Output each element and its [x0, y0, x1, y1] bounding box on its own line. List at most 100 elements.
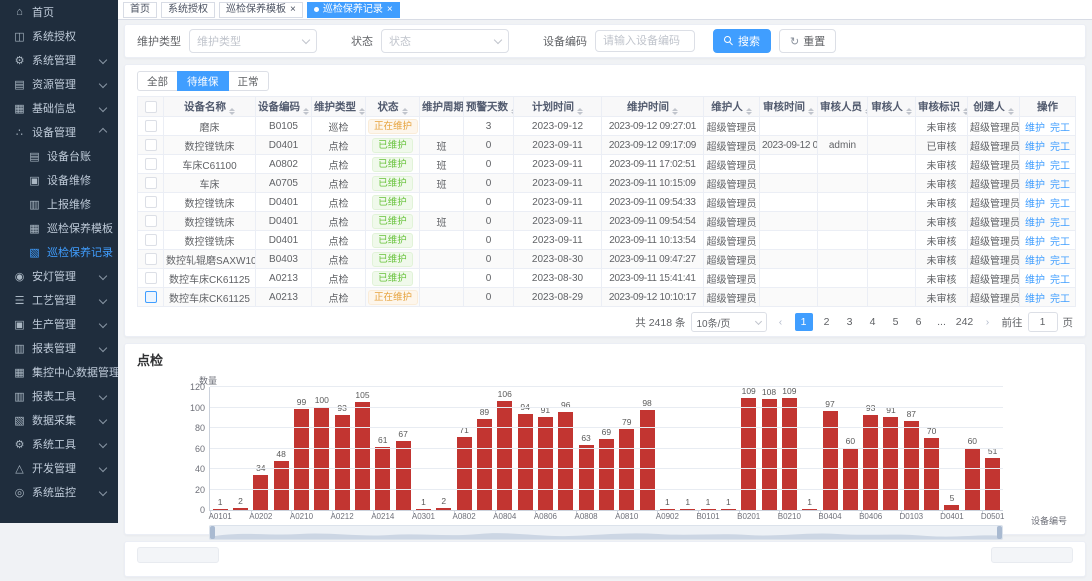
- next-page-button[interactable]: ›: [979, 313, 997, 331]
- row-checkbox[interactable]: [145, 196, 157, 208]
- search-button[interactable]: 搜索: [713, 29, 771, 53]
- row-checkbox[interactable]: [145, 158, 157, 170]
- maintain-link[interactable]: 维护: [1025, 218, 1045, 229]
- sidebar-item-production-mgmt[interactable]: ▣生产管理: [0, 312, 118, 336]
- column-header-14[interactable]: 操作: [1020, 97, 1076, 117]
- sort-icon[interactable]: [963, 108, 968, 115]
- chart-bar[interactable]: [721, 509, 736, 510]
- finish-link[interactable]: 完工: [1050, 123, 1070, 134]
- chart-bar[interactable]: [619, 429, 634, 510]
- page-button-6[interactable]: 6: [910, 313, 928, 331]
- column-header-0[interactable]: 设备名称: [164, 97, 256, 117]
- row-checkbox[interactable]: [145, 234, 157, 246]
- sidebar-item-device-repair[interactable]: ▣设备维修: [0, 168, 118, 192]
- chart-bar[interactable]: [741, 398, 756, 510]
- data-zoom-right-handle[interactable]: [997, 526, 1002, 539]
- sort-icon[interactable]: [359, 108, 365, 115]
- chart-bar[interactable]: [843, 448, 858, 510]
- sort-icon[interactable]: [672, 108, 678, 115]
- sidebar-item-device-ledger[interactable]: ▤设备台账: [0, 144, 118, 168]
- chart-bar[interactable]: [396, 441, 411, 510]
- row-checkbox[interactable]: [145, 253, 157, 265]
- sidebar-item-inspection-record[interactable]: ▧巡检保养记录: [0, 240, 118, 264]
- page-button-1[interactable]: 1: [795, 313, 813, 331]
- chart-bar[interactable]: [965, 448, 980, 510]
- maintain-link[interactable]: 维护: [1025, 275, 1045, 286]
- column-header-12[interactable]: 审核标识: [916, 97, 968, 117]
- chart-bar[interactable]: [497, 401, 512, 510]
- data-zoom-left-handle[interactable]: [210, 526, 215, 539]
- close-icon[interactable]: ×: [290, 5, 296, 15]
- view-tab-2[interactable]: 正常: [228, 71, 269, 91]
- sort-icon[interactable]: [906, 108, 912, 115]
- chart-bar[interactable]: [213, 509, 228, 510]
- chart-bar[interactable]: [904, 421, 919, 510]
- page-button-3[interactable]: 3: [841, 313, 859, 331]
- chart-bar[interactable]: [233, 508, 248, 510]
- sidebar-item-inspection-template[interactable]: ▦巡检保养模板: [0, 216, 118, 240]
- sidebar-item-system-tools[interactable]: ⚙系统工具: [0, 432, 118, 456]
- sort-icon[interactable]: [402, 108, 408, 115]
- finish-link[interactable]: 完工: [1050, 199, 1070, 210]
- chart-bar[interactable]: [762, 399, 777, 510]
- sort-icon[interactable]: [303, 108, 309, 115]
- chart-bar[interactable]: [782, 398, 797, 510]
- finish-link[interactable]: 完工: [1050, 218, 1070, 229]
- chart-bar[interactable]: [518, 414, 533, 510]
- maintain-link[interactable]: 维护: [1025, 294, 1045, 305]
- chart-bar[interactable]: [701, 509, 716, 510]
- row-checkbox[interactable]: [145, 139, 157, 151]
- maintain-link[interactable]: 维护: [1025, 142, 1045, 153]
- sidebar-item-device-mgmt[interactable]: ∴设备管理: [0, 120, 118, 144]
- sidebar-item-home[interactable]: ⌂首页: [0, 0, 118, 24]
- chart-bar[interactable]: [579, 445, 594, 510]
- sidebar-item-central-data-mgmt[interactable]: ▦集控中心数据管理: [0, 360, 118, 384]
- sort-icon[interactable]: [577, 108, 583, 115]
- page-ellipsis[interactable]: ...: [933, 313, 951, 331]
- row-checkbox[interactable]: [145, 120, 157, 132]
- maintain-link[interactable]: 维护: [1025, 199, 1045, 210]
- column-header-3[interactable]: 状态: [366, 97, 420, 117]
- row-checkbox[interactable]: [145, 291, 157, 303]
- sidebar-item-system-monitor[interactable]: ◎系统监控: [0, 480, 118, 504]
- chart-bar[interactable]: [944, 505, 959, 510]
- chart-bar[interactable]: [640, 410, 655, 510]
- finish-link[interactable]: 完工: [1050, 161, 1070, 172]
- sidebar-item-data-collect[interactable]: ▧数据采集: [0, 408, 118, 432]
- sort-icon[interactable]: [1008, 108, 1014, 115]
- chart-bar[interactable]: [924, 438, 939, 510]
- sidebar-item-report-mgmt[interactable]: ▥报表管理: [0, 336, 118, 360]
- data-zoom-slider[interactable]: [209, 525, 1003, 540]
- view-tab-0[interactable]: 全部: [137, 71, 178, 91]
- sidebar-item-resource-mgmt[interactable]: ▤资源管理: [0, 72, 118, 96]
- maintain-link[interactable]: 维护: [1025, 237, 1045, 248]
- sort-icon[interactable]: [229, 108, 235, 115]
- goto-page-input[interactable]: [1028, 312, 1058, 332]
- column-header-1[interactable]: 设备编码: [256, 97, 312, 117]
- column-header-11[interactable]: 审核人: [868, 97, 916, 117]
- view-tab-1[interactable]: 待维保: [177, 71, 229, 91]
- column-header-4[interactable]: 维护周期: [420, 97, 464, 117]
- column-header-2[interactable]: 维护类型: [312, 97, 366, 117]
- sidebar-item-system-auth[interactable]: ◫系统授权: [0, 24, 118, 48]
- maintain-link[interactable]: 维护: [1025, 180, 1045, 191]
- column-header-6[interactable]: 计划时间: [514, 97, 602, 117]
- finish-link[interactable]: 完工: [1050, 294, 1070, 305]
- chart-bar[interactable]: [883, 417, 898, 510]
- chart-bar[interactable]: [375, 447, 390, 510]
- sidebar-item-system-mgmt[interactable]: ⚙系统管理: [0, 48, 118, 72]
- sort-icon[interactable]: [808, 108, 814, 115]
- maintain-link[interactable]: 维护: [1025, 161, 1045, 172]
- row-checkbox[interactable]: [145, 272, 157, 284]
- tag-inspection-record[interactable]: 巡检保养记录×: [307, 2, 400, 18]
- row-checkbox[interactable]: [145, 177, 157, 189]
- tag-system-auth[interactable]: 系统授权: [161, 2, 215, 18]
- maintain-type-select[interactable]: 维护类型: [189, 29, 317, 53]
- device-code-input[interactable]: [595, 30, 695, 52]
- chart-bar[interactable]: [985, 458, 1000, 510]
- column-header-10[interactable]: 审核人员: [818, 97, 868, 117]
- chart-bar[interactable]: [863, 415, 878, 510]
- column-header-7[interactable]: 维护时间: [602, 97, 704, 117]
- close-icon[interactable]: ×: [387, 5, 393, 15]
- chart-bar[interactable]: [599, 439, 614, 510]
